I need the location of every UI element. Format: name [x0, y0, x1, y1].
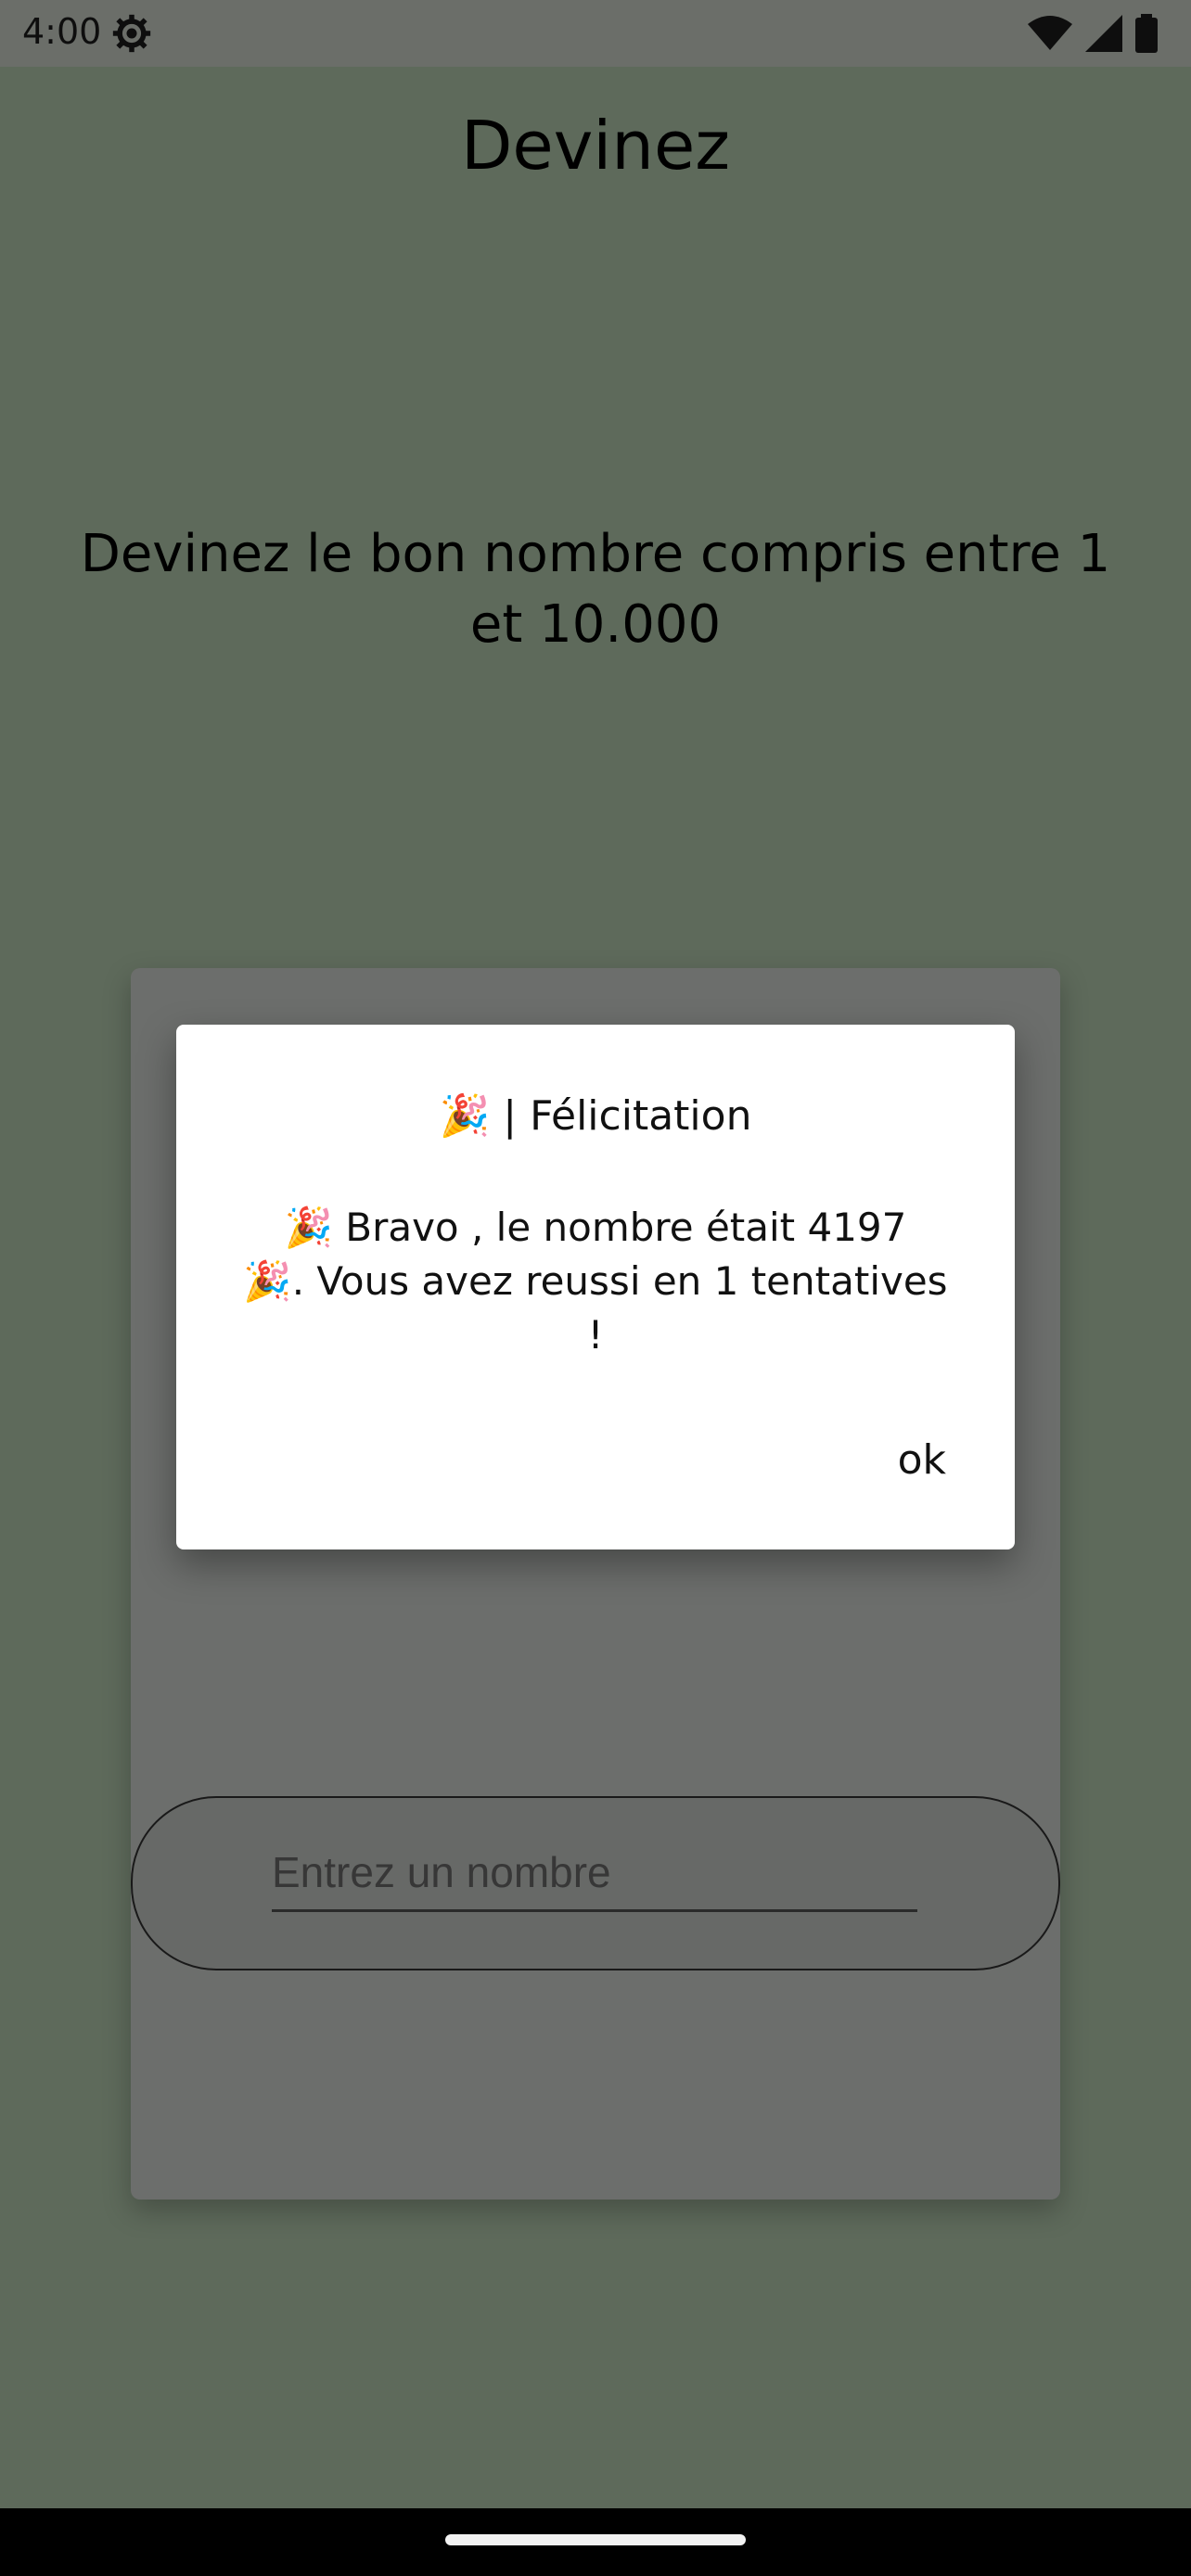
navigation-bar [0, 2508, 1191, 2576]
app-screen: 4:00 Devinez Devinez le bon n [0, 0, 1191, 2576]
ok-button[interactable]: ok [876, 1425, 968, 1495]
dialog-message-line: 🎉 Bravo , le nombre était 4197 [284, 1205, 907, 1250]
home-indicator[interactable] [445, 2534, 746, 2545]
dialog-message-line: 🎉. Vous avez reussi en 1 tentatives ! [243, 1258, 948, 1358]
dialog-title: 🎉 | Félicitation [439, 1092, 752, 1140]
dialog-message: 🎉 Bravo , le nombre était 4197 🎉. Vous a… [232, 1201, 959, 1362]
success-dialog: 🎉 | Félicitation 🎉 Bravo , le nombre éta… [176, 1025, 1015, 1549]
